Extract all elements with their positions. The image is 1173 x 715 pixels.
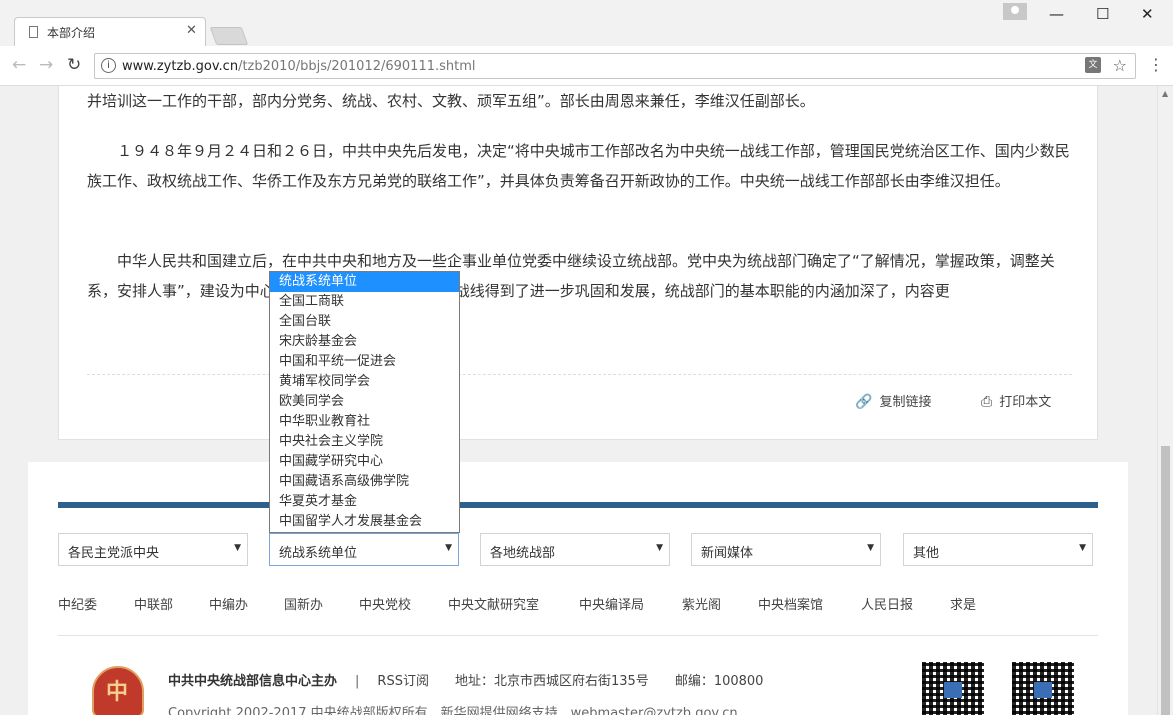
minimize-icon[interactable]: — [1049, 5, 1064, 23]
dropdown-option[interactable]: 欧美同学会 [270, 392, 459, 412]
footer-link[interactable]: 紫光阁 [682, 594, 721, 613]
footer-link[interactable]: 国新办 [284, 594, 323, 613]
article-paragraph: 中华人民共和国建立后，在中共中央和地方及一些企事业单位党委中继续设立统战部。党中… [87, 252, 1055, 300]
dropdown-options-list: 统战系统单位 全国工商联 全国台联 宋庆龄基金会 中国和平统一促进会 黄埔军校同… [269, 271, 460, 533]
browser-toolbar: ← → ↻ i www.zytzb.gov.cn/tzb2010/bbjs/20… [0, 46, 1173, 86]
copy-link-button[interactable]: 🔗 复制链接 [855, 391, 931, 410]
site-info-icon[interactable]: i [101, 58, 116, 73]
dropdown-option[interactable]: 宋庆龄基金会 [270, 332, 459, 352]
footer-link[interactable]: 中央文献研究室 [448, 594, 539, 613]
article-body: 并培训这一工作的干部，部内分党务、统战、农村、文教、顽军五组”。部长由周恩来兼任… [58, 86, 1098, 440]
party-emblem-logo: 中 [92, 666, 144, 715]
chevron-down-icon: ▼ [445, 543, 452, 553]
dropdown-option[interactable]: 中华职业教育社 [270, 412, 459, 432]
dropdown-option[interactable]: 中国藏语系高级佛学院 [270, 472, 459, 492]
dropdown-option[interactable]: 全国台联 [270, 312, 459, 332]
print-button[interactable]: ⎙ 打印本文 [981, 391, 1051, 410]
address-bar[interactable]: i www.zytzb.gov.cn/tzb2010/bbjs/201012/6… [94, 53, 1136, 79]
dropdown-option[interactable]: 中国留学人才发展基金会 [270, 512, 459, 532]
chevron-down-icon: ▼ [234, 543, 241, 553]
chevron-down-icon: ▼ [1079, 543, 1086, 553]
dropdown-option[interactable]: 中国和平统一促进会 [270, 352, 459, 372]
article-paragraph: １９４８年９月２４日和２６日，中共中央先后发电，决定“将中央城市工作部改名为中央… [87, 142, 1070, 190]
select-democratic-parties[interactable]: 各民主党派中央 ▼ [58, 533, 248, 566]
select-united-front-units[interactable]: 统战系统单位 ▼ [269, 533, 459, 566]
select-news-media[interactable]: 新闻媒体 ▼ [691, 533, 881, 566]
browser-menu-icon[interactable]: ⋮ [1148, 55, 1164, 74]
tab-bar: 本部介绍 ✕ — ☐ ✕ [0, 0, 1173, 46]
select-local-departments[interactable]: 各地统战部 ▼ [480, 533, 670, 566]
browser-tab[interactable]: 本部介绍 ✕ [14, 17, 206, 46]
scrollbar-thumb[interactable] [1161, 446, 1170, 715]
site-footer: 各民主党派中央 ▼ 统战系统单位 ▼ 各地统战部 ▼ 新闻媒体 ▼ 其他 ▼ 中纪委 中联… [28, 462, 1128, 715]
chevron-down-icon: ▼ [656, 543, 663, 553]
user-profile-icon[interactable] [1003, 3, 1027, 20]
maximize-icon[interactable]: ☐ [1096, 5, 1109, 23]
scroll-up-icon[interactable]: ▲ [1162, 89, 1168, 98]
footer-link[interactable]: 中纪委 [58, 594, 97, 613]
page-viewport: 并培训这一工作的干部，部内分党务、统战、农村、文教、顽军五组”。部长由周恩来兼任… [0, 86, 1157, 715]
footer-divider [58, 635, 1098, 636]
article-divider [87, 374, 1072, 375]
translate-icon[interactable]: 文 [1085, 57, 1101, 73]
footer-link[interactable]: 中编办 [209, 594, 248, 613]
dropdown-option[interactable]: 中国藏学研究中心 [270, 452, 459, 472]
dropdown-option[interactable]: 黄埔军校同学会 [270, 372, 459, 392]
dropdown-option[interactable]: 统战系统单位 [270, 272, 459, 292]
footer-link[interactable]: 求是 [950, 594, 976, 613]
dropdown-option[interactable]: 华夏英才基金 [270, 492, 459, 512]
article-paragraph: 并培训这一工作的干部，部内分党务、统战、农村、文教、顽军五组”。部长由周恩来兼任… [87, 92, 815, 110]
printer-icon: ⎙ [981, 394, 993, 410]
footer-link[interactable]: 中央档案馆 [758, 594, 823, 613]
forward-icon[interactable]: → [39, 55, 53, 75]
new-tab-button[interactable] [209, 27, 249, 45]
bookmark-star-icon[interactable]: ☆ [1113, 56, 1127, 75]
tab-title: 本部介绍 [47, 26, 96, 40]
vertical-scrollbar[interactable]: ▲ [1157, 86, 1173, 715]
footer-link[interactable]: 中联部 [134, 594, 173, 613]
rss-link[interactable]: RSS订阅 [377, 674, 429, 689]
footer-link[interactable]: 中央编译局 [579, 594, 644, 613]
dropdown-option[interactable]: 中央社会主义学院 [270, 432, 459, 452]
qr-code-image [1010, 660, 1076, 715]
window-close-icon[interactable]: ✕ [1141, 5, 1154, 23]
dropdown-option[interactable]: 全国工商联 [270, 292, 459, 312]
link-icon: 🔗 [855, 394, 873, 410]
footer-info: 中共中央统战部信息中心主办 | RSS订阅 地址：北京市西城区府右街135号 邮编：… [168, 674, 764, 689]
chevron-down-icon: ▼ [867, 543, 874, 553]
qr-code-image [920, 660, 986, 715]
url-text: www.zytzb.gov.cn/tzb2010/bbjs/201012/690… [122, 59, 476, 74]
select-other[interactable]: 其他 ▼ [903, 533, 1093, 566]
footer-accent-line [58, 502, 1098, 508]
reload-icon[interactable]: ↻ [67, 55, 81, 75]
copyright-text: Copyright 2002-2017 中央统战部版权所有 新华网提供网络支持 … [168, 706, 738, 715]
footer-link[interactable]: 中央党校 [359, 594, 411, 613]
back-icon[interactable]: ← [12, 55, 26, 75]
close-tab-icon[interactable]: ✕ [186, 23, 197, 38]
footer-link[interactable]: 人民日报 [861, 594, 913, 613]
page-icon [29, 26, 38, 38]
